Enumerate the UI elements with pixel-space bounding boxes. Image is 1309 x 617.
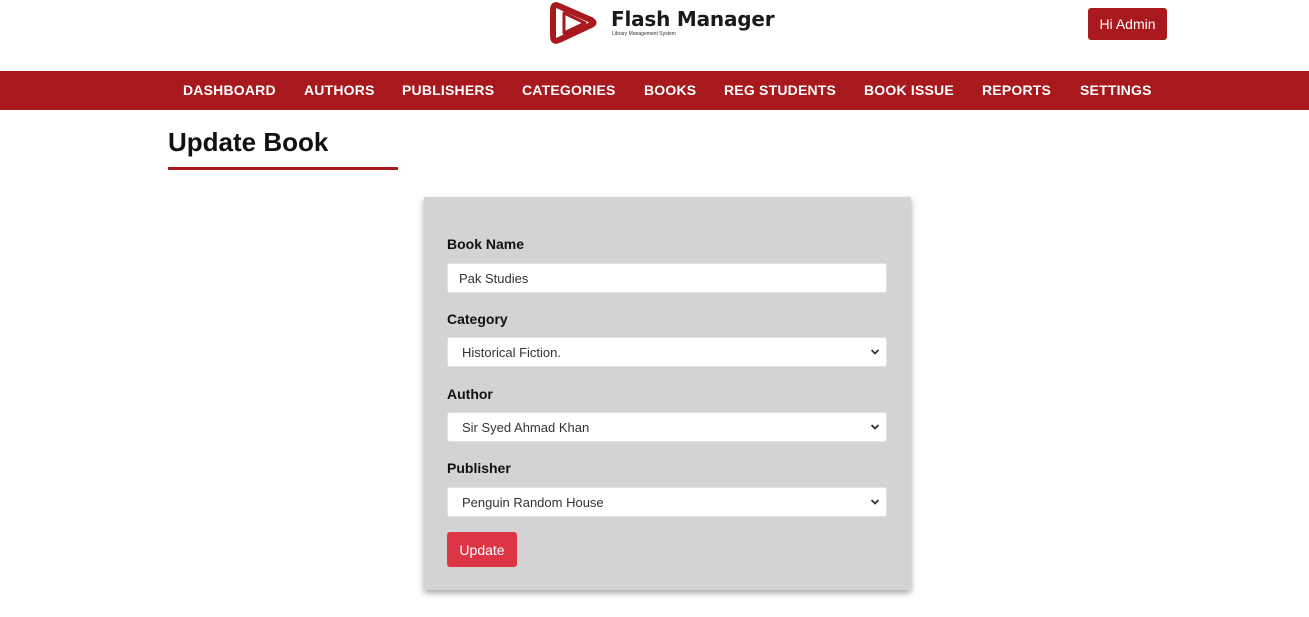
nav-item-categories[interactable]: CATEGORIES (522, 71, 616, 110)
brand-text: Flash Manager Library Management System (611, 7, 775, 37)
book-name-label: Book Name (447, 236, 525, 252)
book-name-input[interactable]: Pak Studies (447, 263, 887, 293)
publisher-label: Publisher (447, 460, 511, 476)
chevron-down-icon (870, 499, 880, 505)
brand-subtitle: Library Management System (612, 31, 676, 37)
book-name-value: Pak Studies (459, 270, 529, 286)
category-select[interactable]: Historical Fiction. (447, 337, 887, 367)
site-header: Flash Manager Library Management System … (0, 0, 1309, 71)
user-menu-button[interactable]: Hi Admin (1088, 8, 1167, 40)
author-select[interactable]: Sir Syed Ahmad Khan (447, 412, 887, 442)
nav-item-settings[interactable]: SETTINGS (1080, 71, 1152, 110)
brand-title: Flash Manager (611, 7, 775, 31)
page-title: Update Book (168, 127, 329, 157)
update-book-form: Book Name Pak Studies Category Historica… (424, 197, 911, 590)
main-nav: DASHBOARD AUTHORS PUBLISHERS CATEGORIES … (0, 71, 1309, 110)
author-label: Author (447, 386, 493, 402)
nav-item-reg-students[interactable]: REG STUDENTS (724, 71, 836, 110)
chevron-down-icon (870, 349, 880, 355)
nav-item-reports[interactable]: REPORTS (982, 71, 1051, 110)
nav-item-book-issue[interactable]: BOOK ISSUE (864, 71, 954, 110)
nav-item-dashboard[interactable]: DASHBOARD (183, 71, 276, 110)
category-value: Historical Fiction. (462, 344, 561, 360)
nav-item-books[interactable]: BOOKS (644, 71, 696, 110)
brand-logo[interactable]: Flash Manager Library Management System (549, 0, 775, 46)
title-underline (168, 167, 398, 170)
publisher-value: Penguin Random House (462, 494, 604, 510)
nav-item-authors[interactable]: AUTHORS (304, 71, 375, 110)
play-triangle-logo-icon (550, 2, 597, 44)
nav-item-publishers[interactable]: PUBLISHERS (402, 71, 494, 110)
publisher-select[interactable]: Penguin Random House (447, 487, 887, 517)
category-label: Category (447, 311, 508, 327)
update-button[interactable]: Update (447, 532, 517, 567)
chevron-down-icon (870, 424, 880, 430)
author-value: Sir Syed Ahmad Khan (462, 419, 590, 435)
